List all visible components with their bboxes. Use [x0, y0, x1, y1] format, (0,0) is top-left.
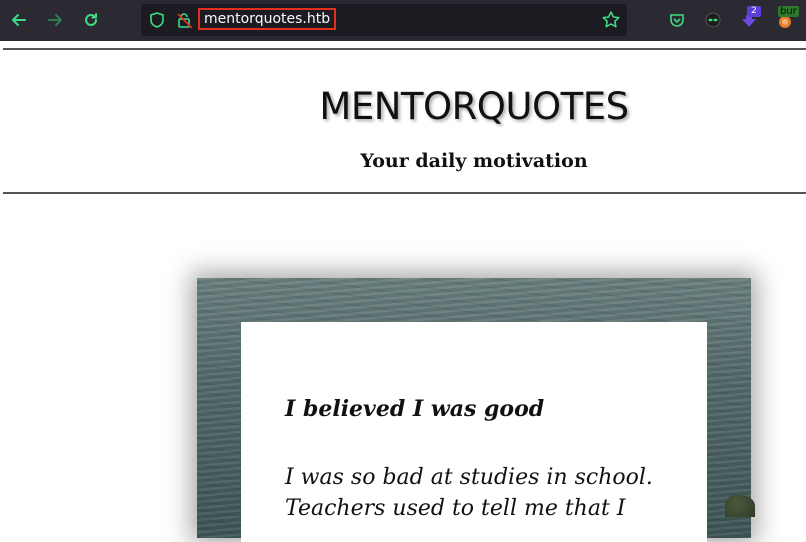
back-button[interactable] [7, 8, 31, 32]
extension-label: bur [778, 6, 799, 17]
url-text[interactable]: mentorquotes.htb [198, 8, 337, 30]
quote-body-line: Teachers used to tell me that I [285, 496, 626, 521]
browser-toolbar: mentorquotes.htb 2 bur [0, 0, 806, 41]
quote-title: I believed I was good [285, 396, 545, 422]
extension-badge-count: 2 [747, 6, 761, 17]
tracking-protection-shield-icon[interactable] [148, 11, 166, 33]
insecure-lock-icon[interactable] [176, 11, 194, 33]
bookmark-star-icon[interactable] [601, 10, 621, 34]
quote-body: I was so bad at studies in school. Teach… [285, 462, 695, 524]
quote-body-line: I was so bad at studies in school. [285, 465, 653, 490]
rock-image-detail [725, 495, 755, 517]
header-bottom-divider [3, 192, 806, 194]
header-top-divider [3, 48, 806, 50]
back-arrow-icon [12, 14, 26, 26]
site-title: MENTORQUOTES [319, 85, 629, 128]
tagline: Your daily motivation [360, 150, 588, 172]
reload-button[interactable] [79, 8, 103, 32]
pocket-icon[interactable] [666, 9, 688, 31]
forward-arrow-icon [48, 14, 62, 26]
reload-icon [85, 13, 97, 26]
alien-extension-icon[interactable] [702, 9, 724, 31]
forward-button[interactable] [43, 8, 67, 32]
